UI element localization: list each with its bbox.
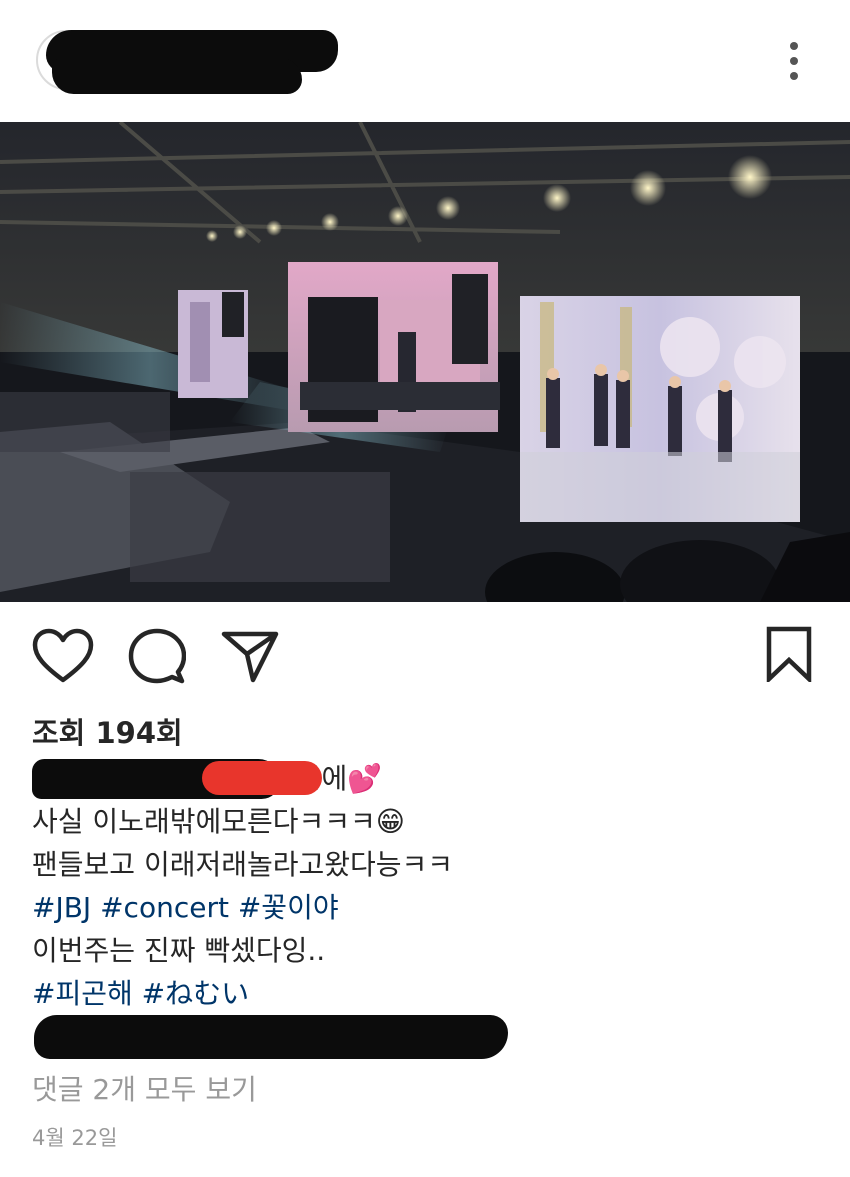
caption-line: 이번주는 진짜 빡셌다잉.. — [32, 934, 326, 967]
more-options-button[interactable] — [778, 38, 810, 86]
hashtag-link[interactable]: #피곤해 — [32, 977, 133, 1010]
paper-plane-icon[interactable] — [220, 630, 280, 684]
redacted-line — [34, 1015, 508, 1059]
hashtag-link[interactable]: #JBJ — [32, 891, 91, 924]
hashtag-link[interactable]: #concert — [100, 891, 229, 924]
post-actions — [0, 602, 850, 702]
redacted-username-blob — [52, 58, 302, 94]
concert-photo — [0, 122, 850, 602]
post-caption: 덕분에💕 사실 이노래밖에모른다ㅋㅋㅋ😁 팬들보고 이래저래놀라고왔다능ㅋㅋ #… — [32, 757, 812, 1059]
redacted-mention — [202, 761, 322, 795]
post-photo[interactable] — [0, 122, 850, 602]
post-date: 4월 22일 — [32, 1126, 118, 1150]
hashtag-link[interactable]: #ねむい — [142, 977, 249, 1010]
hashtag-link[interactable]: #꽃이야 — [238, 891, 339, 924]
more-vertical-icon — [790, 42, 798, 50]
caption-hashtags: #JBJ #concert #꽃이야 — [32, 886, 812, 929]
post-header — [0, 0, 850, 122]
caption-line: 사실 이노래밖에모른다ㅋㅋㅋ😁 — [32, 805, 405, 838]
view-count[interactable]: 조회 194회 — [32, 710, 183, 752]
bookmark-icon[interactable] — [766, 626, 812, 682]
caption-line: 팬들보고 이래저래놀라고왔다능ㅋㅋ — [32, 848, 454, 881]
heart-icon[interactable] — [32, 628, 94, 684]
comment-bubble-icon[interactable] — [128, 628, 186, 686]
caption-line: 덕분에💕 — [32, 757, 812, 800]
caption-line — [32, 1015, 812, 1059]
view-all-comments-link[interactable]: 댓글 2개 모두 보기 — [32, 1068, 257, 1108]
caption-hashtags: #피곤해 #ねむい — [32, 972, 812, 1015]
